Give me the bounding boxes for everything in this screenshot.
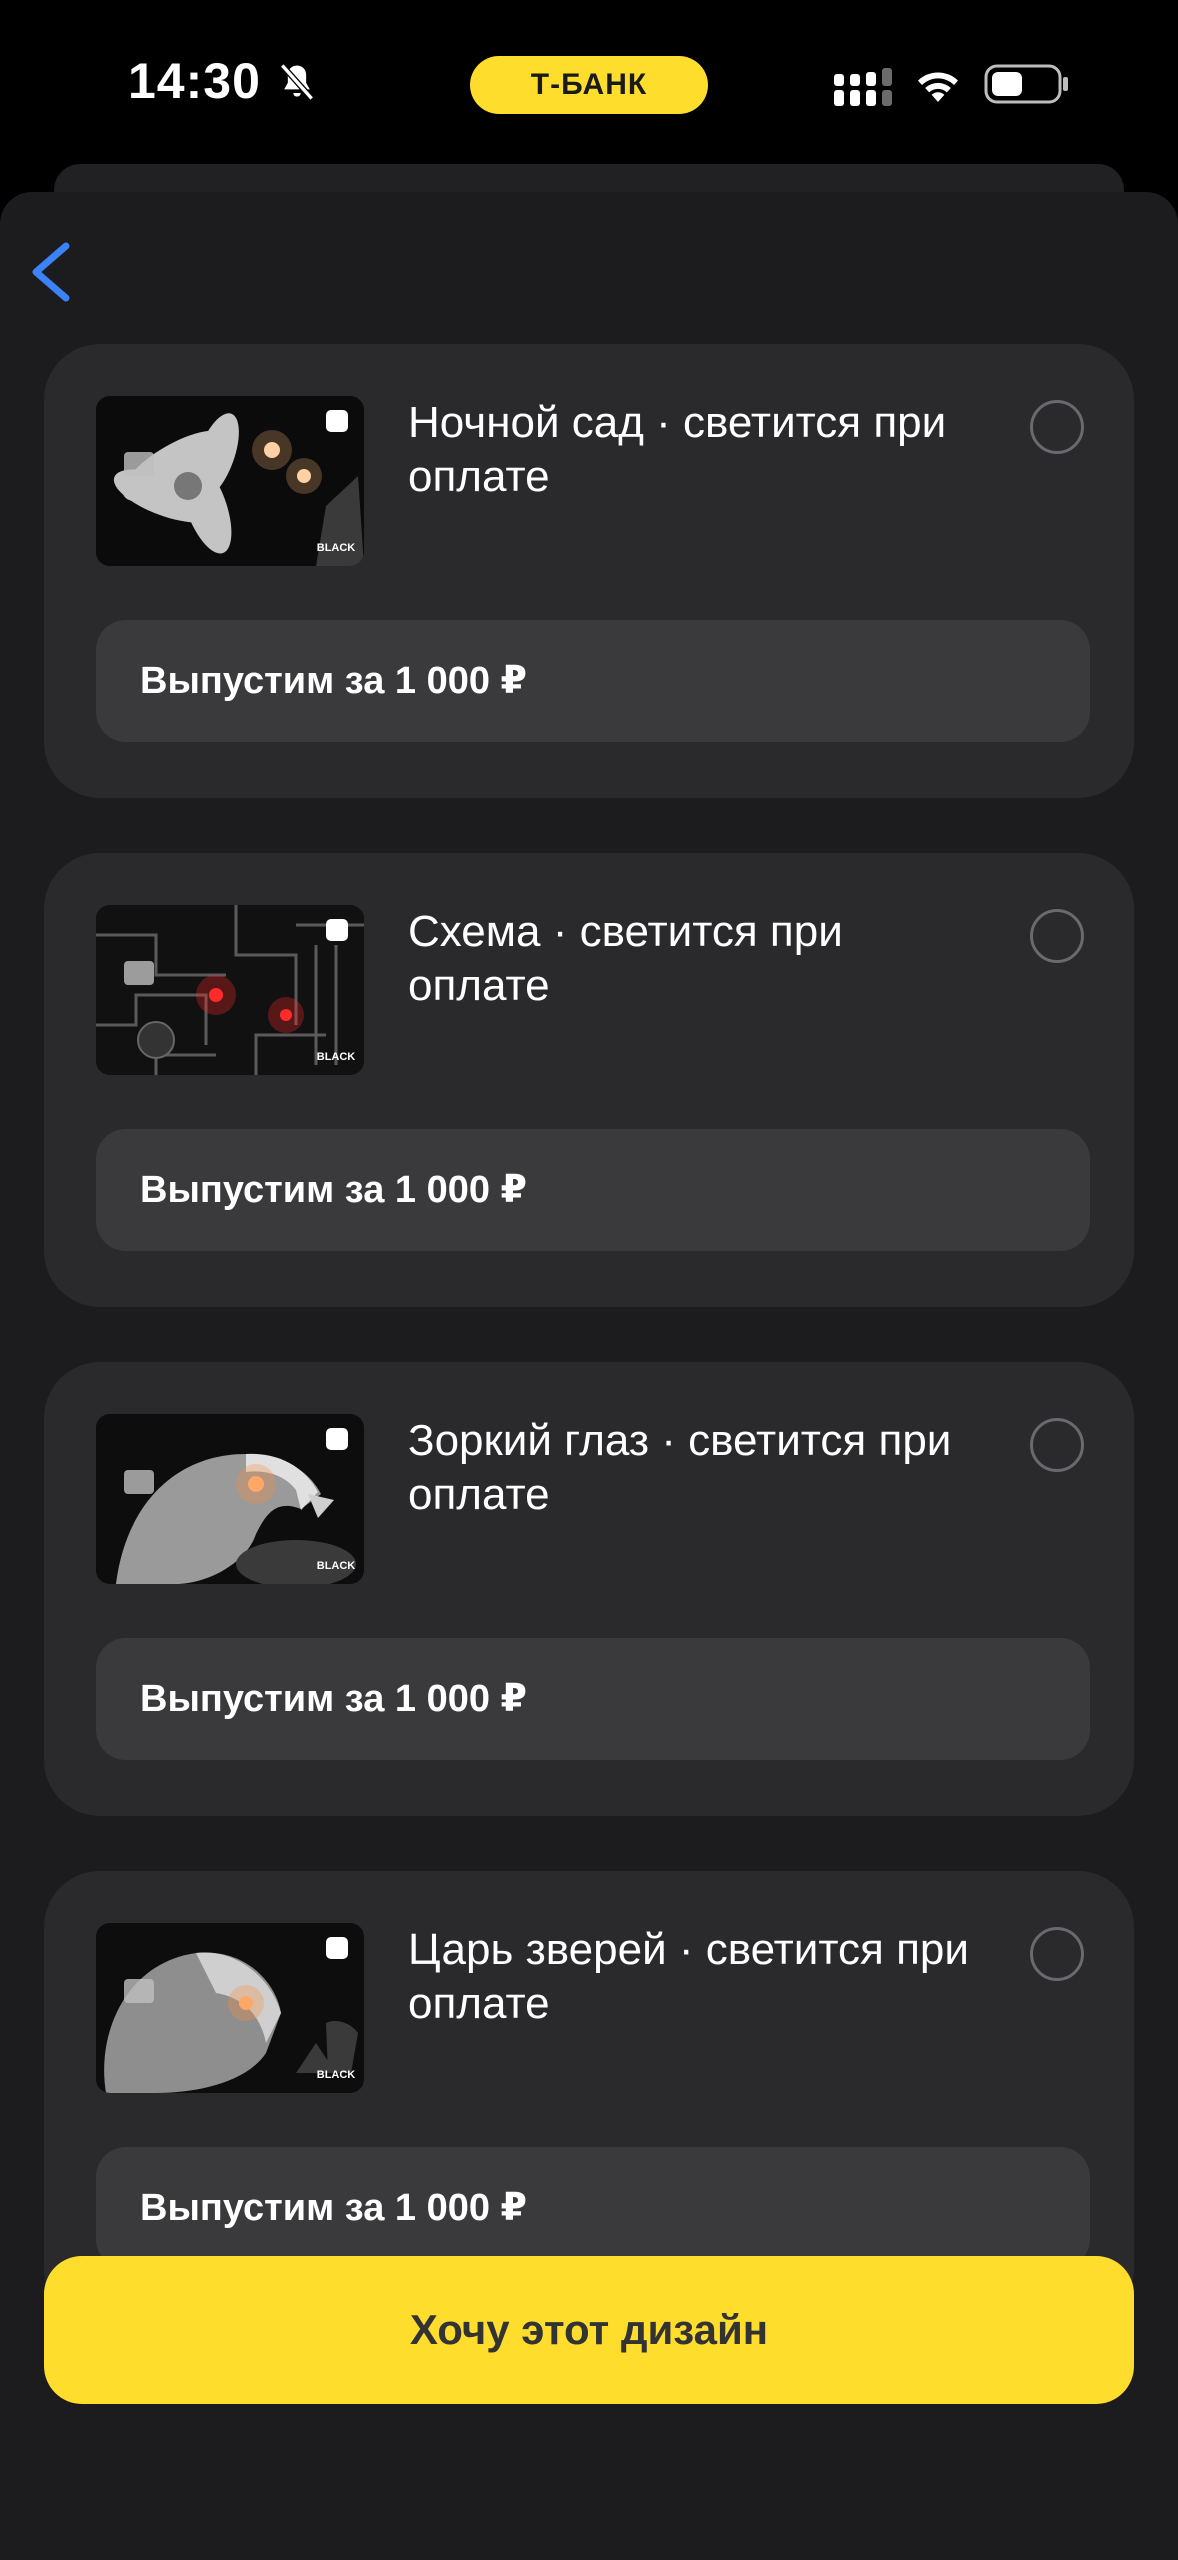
issue-price-label: Выпустим за 1 000 ₽	[96, 2147, 1090, 2269]
signal-icon	[834, 68, 892, 106]
status-bar: 14:30 Т-БАНК	[0, 0, 1178, 170]
design-option-card[interactable]: BLACK Ночной сад · светится при оплате В…	[44, 344, 1134, 798]
card-design-thumbnail: BLACK	[96, 396, 364, 566]
want-this-design-button[interactable]: Хочу этот дизайн	[44, 2256, 1134, 2404]
issue-price-label: Выпустим за 1 000 ₽	[96, 1638, 1090, 1760]
card-design-title: Царь зверей · светится при оплате	[408, 1925, 969, 2028]
card-brand-label: BLACK	[317, 1560, 356, 1572]
wifi-icon	[918, 72, 958, 102]
select-radio[interactable]	[1030, 400, 1084, 454]
select-radio[interactable]	[1030, 909, 1084, 963]
card-brand-label: BLACK	[317, 542, 356, 554]
select-radio[interactable]	[1030, 1927, 1084, 1981]
design-option-card[interactable]: BLACK Схема · светится при оплате Выпуст…	[44, 853, 1134, 1307]
card-design-title: Схема · светится при оплате	[408, 907, 843, 1010]
design-option-card[interactable]: BLACK Зоркий глаз · светится при оплате …	[44, 1362, 1134, 1816]
card-design-thumbnail: BLACK	[96, 905, 364, 1075]
card-design-title: Зоркий глаз · светится при оплате	[408, 1416, 952, 1519]
card-brand-label: BLACK	[317, 2069, 356, 2081]
carrier-badge: Т-БАНК	[470, 56, 708, 114]
card-brand-label: BLACK	[317, 1051, 356, 1063]
issue-price-label: Выпустим за 1 000 ₽	[96, 1129, 1090, 1251]
status-time: 14:30	[128, 53, 261, 109]
select-radio[interactable]	[1030, 1418, 1084, 1472]
card-design-title: Ночной сад · светится при оплате	[408, 398, 947, 501]
design-picker-sheet: BLACK Ночной сад · светится при оплате В…	[0, 192, 1178, 2560]
bell-slash-icon	[280, 63, 314, 101]
battery-icon	[984, 64, 1068, 104]
chevron-left-icon[interactable]	[22, 234, 82, 310]
card-design-thumbnail: BLACK	[96, 1923, 364, 2093]
card-design-thumbnail: BLACK	[96, 1414, 364, 1584]
issue-price-label: Выпустим за 1 000 ₽	[96, 620, 1090, 742]
